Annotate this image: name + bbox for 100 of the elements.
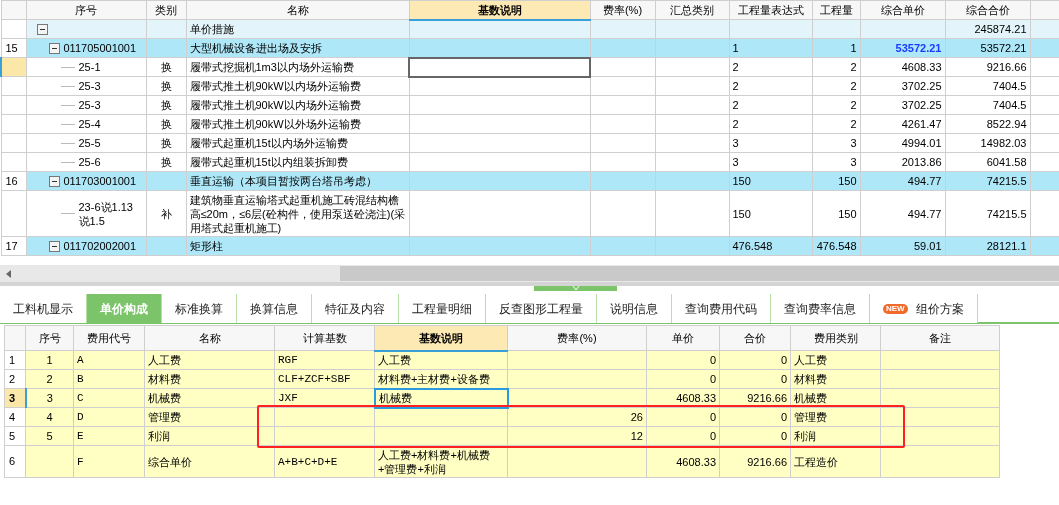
table-cell: 换 [146, 152, 186, 172]
table-cell: 矩形柱 [186, 236, 409, 256]
table-cell: 3702.25 [860, 95, 945, 115]
column-header[interactable]: 计算基数 [274, 325, 375, 351]
column-header[interactable]: 汇总类别 [655, 0, 729, 20]
table-cell: 垂直运输（本项目暂按两台塔吊考虑） [186, 171, 409, 191]
tab[interactable]: 特征及内容 [312, 294, 399, 323]
tab[interactable]: 反查图形工程量 [486, 294, 597, 323]
table-cell: 74215.5 [945, 171, 1030, 191]
scrollbar-track[interactable] [0, 265, 1059, 282]
collapse-icon[interactable] [48, 175, 60, 187]
table-cell: 换 [146, 133, 186, 153]
column-header[interactable]: 名称 [186, 0, 409, 20]
table-cell: 人工费 [790, 350, 881, 370]
table-row[interactable]: 6 F 综合单价 A+B+C+D+E 人工费+材料费+机械费+管理费+利润 4608.33 9216.66 工程造价 [4, 445, 1000, 478]
table-row[interactable]: 23-6说1.13 说1.5 补 建筑物垂直运输塔式起重机施工砖混结构檐高≤20m，≤6层(砼构件，使用泵送砼浇注)(采用塔式起重机施工) 150 150 494.77 74215.5 [1, 190, 1059, 237]
column-header[interactable]: 费用类别 [790, 325, 881, 351]
tab[interactable]: 工料机显示 [0, 294, 87, 323]
item-code: 23-6说1.13 说1.5 [78, 199, 134, 228]
table-cell: 履带式推土机90kW以内场外运输费 [186, 95, 409, 115]
table-cell: 2 [729, 76, 812, 96]
tree-line [60, 161, 75, 163]
table-cell: 9216.66 [719, 445, 791, 478]
table-cell: 换 [146, 76, 186, 96]
table-cell: 机械费 [790, 388, 881, 408]
column-header[interactable]: 工程量表达式 [729, 0, 812, 20]
table-cell: C [73, 388, 145, 408]
splitter-handle[interactable] [534, 286, 617, 291]
tree-line [60, 66, 75, 68]
collapse-icon[interactable] [36, 23, 48, 35]
table-cell: 150 [729, 190, 812, 237]
table-cell: 履带式推土机90kW以内场外运输费 [186, 76, 409, 96]
column-header[interactable]: 备注 [880, 325, 1000, 351]
table-cell: 管理费 [144, 407, 275, 427]
table-cell: 1 [812, 38, 860, 58]
column-header[interactable]: 类别 [146, 0, 186, 20]
table-cell: 机械费 [144, 388, 275, 408]
table-cell: 14982.03 [945, 133, 1030, 153]
tab[interactable]: 工程量明细 [399, 294, 486, 323]
column-header[interactable]: 费率(%) [507, 325, 647, 351]
table-cell: CLF+ZCF+SBF [274, 369, 375, 389]
column-header[interactable]: 基数说明 [374, 325, 508, 351]
table-cell: 4608.33 [646, 388, 720, 408]
table-cell: 3 [25, 388, 74, 408]
table-cell: 0 [646, 369, 720, 389]
column-header[interactable]: 综合单价 [860, 0, 945, 20]
table-cell: 2 [25, 369, 74, 389]
table-cell: 管理费 [790, 407, 881, 427]
column-header[interactable]: 基数说明 [409, 0, 590, 20]
item-code: 25-3 [78, 79, 101, 93]
table-cell: 0 [719, 350, 791, 370]
scrollbar-thumb[interactable] [340, 266, 1059, 281]
table-cell: A [73, 350, 145, 370]
table-cell: 3 [729, 152, 812, 172]
column-header[interactable]: 名称 [144, 325, 275, 351]
collapse-icon[interactable] [48, 42, 60, 54]
table-cell: 9216.66 [719, 388, 791, 408]
table-cell: 53572.21 [945, 38, 1030, 58]
table-cell: 4 [25, 407, 74, 427]
column-header[interactable]: 合价 [719, 325, 791, 351]
tab[interactable]: 换算信息 [237, 294, 312, 323]
column-header[interactable]: 综合合价 [945, 0, 1030, 20]
column-header[interactable]: 工程量 [812, 0, 860, 20]
table-cell: 换 [146, 114, 186, 134]
column-header[interactable]: 序号 [25, 325, 74, 351]
table-cell: 0 [719, 426, 791, 446]
table-cell: 150 [812, 190, 860, 237]
table-cell: 大型机械设备进出场及安拆 [186, 38, 409, 58]
table-cell: 履带式起重机15t以内组装拆卸费 [186, 152, 409, 172]
table-cell: D [73, 407, 145, 427]
tab[interactable]: 查询费率信息 [771, 294, 870, 323]
tab[interactable]: NEW 组价方案 [870, 294, 978, 323]
table-cell: 8522.94 [945, 114, 1030, 134]
table-cell: 1 [25, 350, 74, 370]
table-cell: 换 [146, 57, 186, 77]
tab[interactable]: 说明信息 [597, 294, 672, 323]
column-header[interactable]: 费用代号 [73, 325, 145, 351]
collapse-icon[interactable] [48, 240, 60, 252]
tab[interactable]: 标准换算 [162, 294, 237, 323]
table-cell: 人工费 [144, 350, 275, 370]
column-header[interactable]: 单价 [646, 325, 720, 351]
table-cell: 28121.1 [945, 236, 1030, 256]
item-code: 25-4 [78, 117, 101, 131]
item-code: 011703001001 [63, 174, 137, 188]
tab[interactable]: 查询费用代码 [672, 294, 771, 323]
table-cell: 履带式起重机15t以内场外运输费 [186, 133, 409, 153]
table-cell: 12 [507, 426, 647, 446]
table-row[interactable]: 25-1 换 履带式挖掘机1m3以内场外运输费 2 2 4608.33 9216.66 [1, 57, 1059, 77]
table-cell: 2 [729, 114, 812, 134]
table-cell: 工程造价 [790, 445, 881, 478]
table-cell: 476.548 [729, 236, 812, 256]
item-code: 25-6 [78, 155, 101, 169]
scroll-left-icon[interactable] [4, 268, 14, 279]
table-cell: 150 [812, 171, 860, 191]
table-cell: 0 [646, 426, 720, 446]
table-cell: 4994.01 [860, 133, 945, 153]
column-header[interactable]: 序号 [26, 0, 146, 20]
table-cell: 材料费 [790, 369, 881, 389]
table-cell: 494.77 [860, 171, 945, 191]
column-header[interactable]: 费率(%) [590, 0, 655, 20]
